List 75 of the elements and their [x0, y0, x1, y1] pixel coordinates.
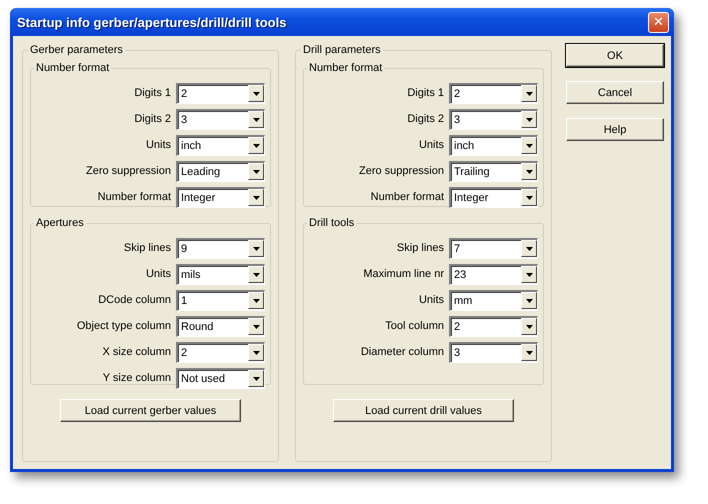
field-label: Units	[146, 139, 171, 151]
dropdown-arrow-icon	[526, 92, 532, 96]
field-label: Digits 1	[407, 87, 444, 99]
field-label: Digits 1	[134, 87, 171, 99]
field-label: Zero suppression	[359, 165, 444, 177]
group-title: Drill parameters	[302, 44, 382, 56]
field-label: Units	[146, 268, 171, 280]
field-label: Number format	[370, 191, 444, 203]
dropdown-arrow-icon	[252, 272, 260, 276]
dropdown[interactable]: Round	[176, 316, 265, 336]
dropdown[interactable]: Integer	[176, 186, 265, 208]
dropdown-arrow-icon	[526, 118, 532, 122]
field-label: Skip lines	[124, 242, 171, 254]
dropdown[interactable]: mils	[176, 264, 265, 284]
dropdown-arrow-icon	[252, 298, 260, 302]
dropdown[interactable]: 2	[176, 342, 265, 362]
dropdown[interactable]: 3	[449, 342, 538, 362]
field-label: Digits 2	[134, 113, 171, 125]
field-label: DCode column	[98, 294, 171, 306]
group-title: Drill tools	[308, 217, 356, 229]
dropdown-arrow-icon	[252, 144, 260, 148]
dropdown-arrow-icon	[252, 246, 260, 250]
field-label: Zero suppression	[86, 165, 171, 177]
field-label: Number format	[98, 191, 171, 203]
dropdown-arrow-icon	[526, 350, 532, 354]
dropdown-arrow-icon	[252, 350, 260, 354]
dropdown-arrow-icon	[252, 376, 260, 380]
dropdown-arrow-icon	[526, 324, 532, 328]
dropdown[interactable]: 7	[449, 238, 538, 258]
dropdown[interactable]: inch	[449, 134, 538, 156]
field-label: Object type column	[76, 320, 171, 332]
load-button[interactable]: Load current drill values	[333, 399, 514, 422]
dropdown-arrow-icon	[526, 246, 532, 250]
dropdown-arrow-icon	[526, 196, 532, 200]
field-label: Diameter column	[360, 346, 444, 358]
field-label: Y size column	[102, 372, 171, 384]
dropdown-arrow-icon	[526, 298, 532, 302]
dropdown-arrow-icon	[252, 196, 260, 200]
dropdown-arrow-icon	[252, 170, 260, 174]
field-label: Tool column	[385, 320, 444, 332]
dropdown-arrow-icon	[526, 170, 532, 174]
dropdown-arrow-icon	[252, 92, 260, 96]
dropdown[interactable]: Trailing	[449, 160, 538, 182]
dropdown[interactable]: 2	[176, 82, 265, 104]
dropdown[interactable]: 2	[449, 82, 538, 104]
dropdown[interactable]: 9	[176, 238, 265, 258]
window-title: Startup info gerber/apertures/drill/drill tools	[17, 14, 286, 30]
dropdown[interactable]: 23	[449, 264, 538, 284]
dropdown[interactable]: Not used	[176, 368, 265, 388]
dropdown[interactable]: mm	[449, 290, 538, 310]
dialog-button[interactable]: Help	[566, 118, 664, 141]
dialog-button[interactable]: OK	[566, 44, 664, 67]
dropdown[interactable]: 2	[449, 316, 538, 336]
dropdown-arrow-icon	[252, 118, 260, 122]
group-title: Number format	[308, 62, 384, 74]
field-label: X size column	[102, 346, 171, 358]
load-button[interactable]: Load current gerber values	[60, 399, 241, 422]
group-title: Gerber parameters	[29, 44, 124, 56]
dropdown[interactable]: Integer	[449, 186, 538, 208]
dropdown-arrow-icon	[526, 144, 532, 148]
dialog-button[interactable]: Cancel	[566, 81, 664, 104]
field-label: Maximum line nr	[363, 268, 444, 280]
dropdown-arrow-icon	[526, 272, 532, 276]
field-label: Skip lines	[396, 242, 444, 254]
dropdown[interactable]: 1	[176, 290, 265, 310]
dropdown-arrow-icon	[252, 324, 260, 328]
field-label: Units	[418, 139, 444, 151]
dropdown[interactable]: Leading	[176, 160, 265, 182]
field-label: Digits 2	[407, 113, 444, 125]
group-title: Apertures	[35, 217, 85, 229]
dropdown[interactable]: inch	[176, 134, 265, 156]
field-label: Units	[418, 294, 444, 306]
dropdown[interactable]: 3	[449, 108, 538, 130]
dropdown[interactable]: 3	[176, 108, 265, 130]
group-title: Number format	[35, 62, 110, 74]
